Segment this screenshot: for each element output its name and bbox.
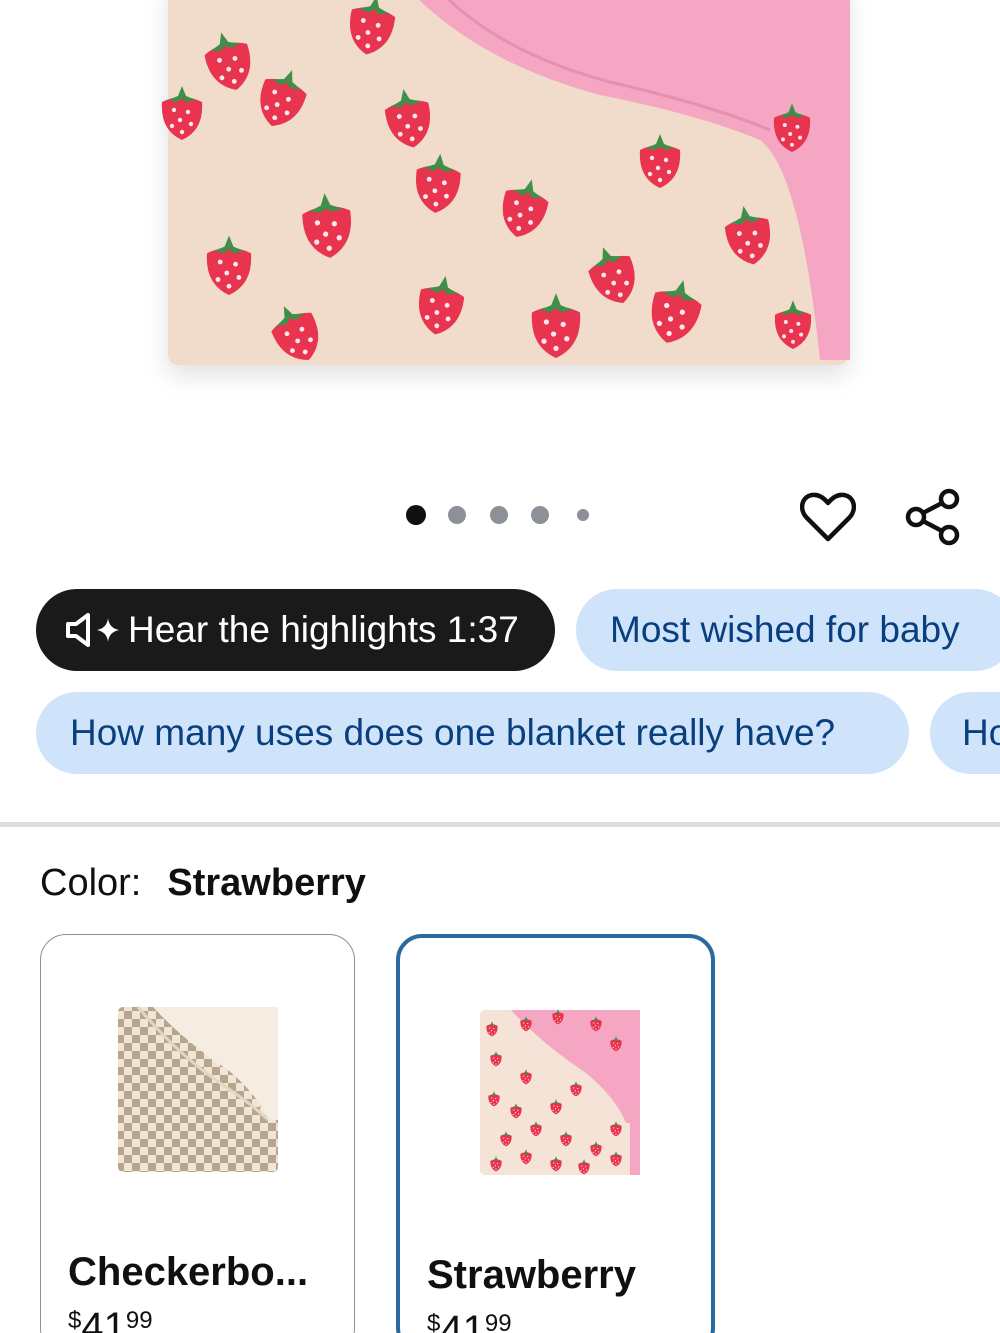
chip-label: How many uses does one blanket really ha… xyxy=(70,712,836,753)
price-fraction: 99 xyxy=(484,1310,512,1333)
price-symbol: $ xyxy=(68,1307,82,1333)
wishlist-button[interactable] xyxy=(796,485,860,549)
color-selection-header: Color: Strawberry xyxy=(40,862,366,905)
hear-highlights-label: Hear the highlights 1:37 xyxy=(128,609,519,650)
swatch-image xyxy=(117,1006,278,1172)
carousel-dot[interactable] xyxy=(577,509,589,521)
color-label: Color: xyxy=(40,862,142,904)
color-option-checkerboard[interactable]: Checkerbo... $4199 xyxy=(40,934,355,1333)
carousel-dot[interactable] xyxy=(448,506,466,524)
share-button[interactable] xyxy=(900,485,964,549)
swatch-image xyxy=(479,1009,640,1175)
price-symbol: $ xyxy=(427,1310,441,1333)
swatch-name: Strawberry xyxy=(427,1253,636,1297)
carousel-dot[interactable] xyxy=(406,505,426,525)
speaker-sparkle-icon xyxy=(66,613,119,647)
swatch-name: Checkerbo... xyxy=(68,1250,309,1294)
carousel-dot[interactable] xyxy=(490,506,508,524)
chip-label: Most wished for baby xyxy=(610,609,960,650)
selected-color-value: Strawberry xyxy=(167,862,366,904)
chip-question[interactable]: Ho xyxy=(930,692,1000,774)
section-divider xyxy=(0,822,1000,827)
chip-question[interactable]: How many uses does one blanket really ha… xyxy=(36,692,909,774)
swatch-price: $4199 xyxy=(68,1305,153,1333)
chip-most-wished[interactable]: Most wished for baby xyxy=(576,589,1000,671)
heart-icon xyxy=(800,492,856,542)
price-whole: 41 xyxy=(440,1308,485,1333)
price-fraction: 99 xyxy=(125,1307,153,1333)
price-whole: 41 xyxy=(81,1305,126,1333)
hear-highlights-chip[interactable]: Hear the highlights 1:37 xyxy=(36,589,555,671)
product-image[interactable] xyxy=(0,0,1000,420)
carousel-dot[interactable] xyxy=(531,506,549,524)
share-icon xyxy=(905,488,960,546)
swatch-price: $4199 xyxy=(427,1308,512,1333)
image-carousel-dots xyxy=(400,500,600,530)
blanket-illustration xyxy=(161,0,850,365)
chip-label: Ho xyxy=(962,712,1000,753)
color-option-strawberry[interactable]: Strawberry $4199 xyxy=(396,934,715,1333)
